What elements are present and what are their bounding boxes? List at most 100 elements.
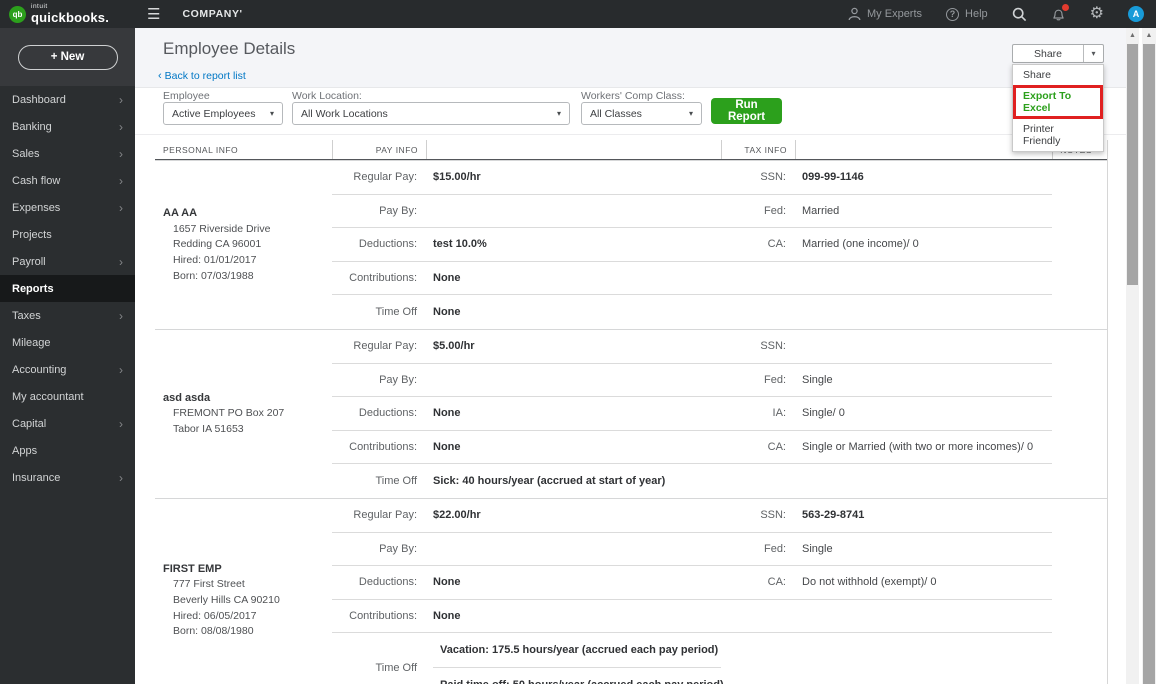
- menu-item-printer-friendly[interactable]: Printer Friendly: [1013, 119, 1103, 151]
- employee-details-table: PERSONAL INFO PAY INFO TAX INFO NOTES AA…: [155, 140, 1108, 684]
- sidebar-item-dashboard[interactable]: Dashboard ›: [0, 86, 135, 113]
- inner-vertical-scrollbar[interactable]: ▲: [1126, 28, 1139, 684]
- notes-cell: [1052, 295, 1108, 329]
- pay-row-label: Pay By:: [332, 364, 426, 398]
- new-button[interactable]: + New: [17, 44, 118, 70]
- report-header: Employee Details ‹ Back to report list Sh…: [135, 28, 1126, 152]
- back-to-report-list-link[interactable]: ‹ Back to report list: [158, 70, 246, 82]
- tax-row-label: Fed:: [721, 195, 795, 229]
- sidebar-item-my-accountant[interactable]: My accountant: [0, 383, 135, 410]
- sidebar-item-label: Apps: [12, 444, 38, 457]
- tax-row-label: SSN:: [721, 330, 795, 364]
- inner-scrollbar-thumb[interactable]: [1127, 44, 1138, 285]
- back-chevron-icon: ‹: [158, 70, 162, 82]
- run-report-button[interactable]: Run Report: [711, 98, 782, 124]
- col-header-tax-info: TAX INFO: [721, 140, 795, 159]
- tax-row-label: CA:: [721, 566, 795, 600]
- outer-scrollbar-thumb[interactable]: [1143, 44, 1155, 684]
- chevron-right-icon: ›: [119, 200, 123, 215]
- my-experts-button[interactable]: My Experts: [848, 7, 922, 21]
- chevron-right-icon: ›: [119, 308, 123, 323]
- sidebar-item-cash-flow[interactable]: Cash flow ›: [0, 167, 135, 194]
- sidebar-item-reports[interactable]: Reports: [0, 275, 135, 302]
- tax-row-label: [721, 262, 795, 296]
- pay-row-value: test 10.0%: [426, 228, 721, 262]
- company-menu[interactable]: COMPANY': [182, 8, 242, 20]
- scroll-up-arrow[interactable]: ▲: [1126, 28, 1139, 42]
- hamburger-menu-icon[interactable]: ☰: [147, 5, 160, 23]
- chevron-right-icon: ›: [119, 119, 123, 134]
- user-avatar[interactable]: A: [1128, 6, 1144, 22]
- pay-row-value: None: [426, 262, 721, 296]
- comp-class-filter-select[interactable]: All Classes ▾: [581, 102, 702, 125]
- search-icon[interactable]: [1012, 7, 1027, 22]
- sidebar-item-taxes[interactable]: Taxes ›: [0, 302, 135, 329]
- topbar-actions: My Experts ? Help ⚙ A: [848, 3, 1156, 22]
- sidebar-item-label: My accountant: [12, 390, 84, 403]
- tax-row-label: Fed:: [721, 364, 795, 398]
- employee-info-line: Tabor IA 51653: [173, 423, 244, 436]
- work-location-filter-select[interactable]: All Work Locations ▾: [292, 102, 570, 125]
- tax-row-label: CA:: [721, 431, 795, 465]
- sidebar-item-capital[interactable]: Capital ›: [0, 410, 135, 437]
- pay-row-label: Deductions:: [332, 397, 426, 431]
- pay-row-label: Time Off: [375, 661, 417, 674]
- tax-row-label: [721, 295, 795, 329]
- notifications-button[interactable]: [1051, 3, 1069, 22]
- tax-row-label: Fed:: [721, 533, 795, 567]
- notes-cell: [1052, 262, 1108, 296]
- scroll-up-arrow[interactable]: ▲: [1142, 28, 1156, 42]
- caret-down-icon: ▾: [269, 109, 274, 118]
- menu-item-export-to-excel[interactable]: Export To Excel: [1013, 85, 1103, 119]
- sidebar-item-expenses[interactable]: Expenses ›: [0, 194, 135, 221]
- time-off-line: Vacation: 175.5 hours/year (accrued each…: [433, 633, 721, 669]
- notes-cell: [1052, 397, 1108, 431]
- notes-cell: [1052, 566, 1108, 600]
- tax-row-value: Married (one income)/ 0: [795, 228, 1052, 262]
- sidebar-item-accounting[interactable]: Accounting ›: [0, 356, 135, 383]
- sidebar-menu: Dashboard › Banking › Sales › Cash flow › Expens…: [0, 86, 135, 491]
- sidebar-item-label: Insurance: [12, 471, 61, 484]
- report-filters: Employee Active Employees ▾ Work Locatio…: [135, 88, 1126, 135]
- tax-row-value: [795, 295, 1052, 329]
- notes-cell: [1052, 330, 1108, 364]
- sidebar-item-mileage[interactable]: Mileage: [0, 329, 135, 356]
- quickbooks-app: qb intuit quickbooks. ☰ COMPANY' My Expe…: [0, 0, 1156, 684]
- caret-down-icon: ▾: [556, 109, 561, 118]
- sidebar-item-projects[interactable]: Projects: [0, 221, 135, 248]
- outer-vertical-scrollbar[interactable]: ▲: [1142, 28, 1156, 684]
- quickbooks-wordmark: quickbooks.: [31, 9, 110, 25]
- employee-filter-label: Employee: [163, 90, 210, 102]
- sidebar-item-insurance[interactable]: Insurance ›: [0, 464, 135, 491]
- time-off-line: Paid time off: 50 hours/year (accrued ea…: [433, 668, 724, 684]
- settings-gear-icon[interactable]: ⚙: [1090, 6, 1104, 22]
- employee-info-line: Redding CA 96001: [173, 238, 262, 251]
- caret-down-icon: ▾: [688, 109, 693, 118]
- notes-cell: [1052, 464, 1108, 498]
- caret-down-icon[interactable]: ▾: [1083, 45, 1103, 62]
- sidebar-item-payroll[interactable]: Payroll ›: [0, 248, 135, 275]
- notes-cell: [1052, 499, 1108, 533]
- sidebar-item-apps[interactable]: Apps: [0, 437, 135, 464]
- sidebar-item-sales[interactable]: Sales ›: [0, 140, 135, 167]
- left-navigation-sidebar: + New Dashboard › Banking › Sales › Cash flow ›…: [0, 28, 135, 684]
- tax-row-label: [721, 633, 795, 684]
- pay-row-label: Regular Pay:: [332, 330, 426, 364]
- help-button[interactable]: ? Help: [946, 7, 988, 21]
- sidebar-item-label: Expenses: [12, 201, 61, 214]
- employee-filter-select[interactable]: Active Employees ▾: [163, 102, 283, 125]
- share-dropdown-button[interactable]: Share ▾: [1012, 44, 1104, 63]
- sidebar-item-label: Sales: [12, 147, 40, 160]
- sidebar-item-banking[interactable]: Banking ›: [0, 113, 135, 140]
- notes-cell: [1052, 600, 1108, 634]
- menu-item-share[interactable]: Share: [1013, 65, 1103, 85]
- tax-row-label: SSN:: [721, 499, 795, 533]
- personal-info-cell: asd asda FREMONT PO Box 207 Tabor IA 51653: [155, 330, 332, 498]
- notes-cell: [1052, 633, 1108, 684]
- col-header-personal-info: PERSONAL INFO: [163, 144, 239, 155]
- tax-row-value: Single or Married (with two or more inco…: [795, 431, 1052, 465]
- qb-logo-icon: qb: [9, 5, 26, 23]
- pay-row-value: None: [433, 306, 461, 319]
- employee-filter-value: Active Employees: [172, 107, 256, 120]
- quickbooks-logo[interactable]: qb intuit quickbooks.: [0, 0, 135, 28]
